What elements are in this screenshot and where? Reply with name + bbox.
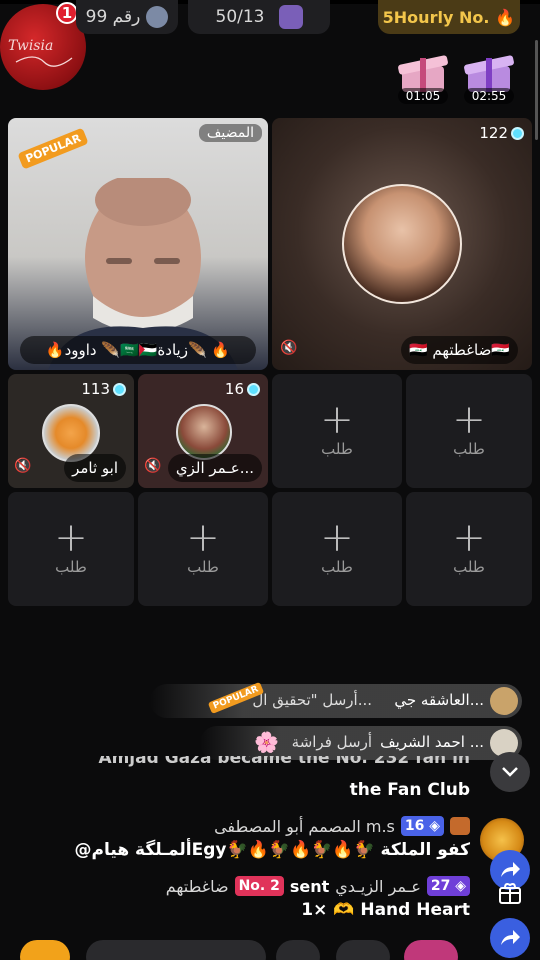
scroll-down-button[interactable]	[490, 752, 530, 792]
room-avatar-icon	[146, 6, 169, 28]
coin-icon	[247, 382, 260, 396]
fanclub-partial: Amjad Gaza became the No. 232 fan in	[98, 756, 470, 768]
host-name-bar: 🔥داوود 🪶🇸🇦🇵🇸زيادة🪶 🔥	[20, 336, 256, 364]
empty-seat-6[interactable]: + طلب	[406, 374, 532, 488]
heart-badge-icon	[450, 817, 470, 835]
coin-icon	[113, 382, 126, 396]
gift-timer-2: 02:55	[464, 88, 514, 104]
flame-icon: 🔥	[495, 7, 516, 27]
butterfly-icon: 🌸	[254, 730, 279, 754]
msg-1-text: @ألمـلگة هيامEgy🐓🔥🐓🔥🐓🔥🐓 كفو الملكة	[74, 840, 470, 860]
hourly-rank-pill[interactable]: 5Hourly No. 🔥	[378, 0, 520, 34]
plus-icon: +	[452, 515, 486, 561]
mic-off-icon: 🔇	[280, 340, 298, 356]
host-seat[interactable]: المضيف POPULAR 🔥داوود 🪶🇸🇦🇵🇸زيادة🪶 🔥	[8, 118, 268, 370]
empty-seat-8[interactable]: + طلب	[138, 492, 268, 606]
room-id-pill[interactable]: رقم 99	[76, 0, 178, 34]
empty-seat-9[interactable]: + طلب	[272, 492, 402, 606]
msg-2-rank-badge: No. 2	[234, 876, 284, 896]
members-pill[interactable]: 50/13	[188, 0, 330, 34]
host-label: المضيف	[198, 124, 262, 142]
seat-3-name: ابو ثامر	[72, 459, 118, 477]
gift-box-2[interactable]: 02:55	[458, 52, 520, 104]
seat-2-name-bar: 🇮🇶 ضاغطتهم🇮🇶	[400, 336, 518, 364]
plus-icon: +	[320, 515, 354, 561]
request-label: طلب	[453, 440, 485, 458]
msg-2-sent: sent	[289, 876, 330, 896]
seat-4[interactable]: 16 عـمر الزي... 🔇	[138, 374, 268, 488]
mic-off-icon: 🔇	[14, 458, 32, 474]
logo-swash-icon	[15, 56, 73, 67]
share-arrow-icon	[501, 930, 520, 945]
chat-input[interactable]	[86, 940, 266, 960]
msg-2-level: 27	[430, 878, 451, 894]
gift-notice-1[interactable]: العاشقه جي... أرسل "تحقيق ال... POPULAR	[150, 681, 522, 718]
chevron-down-icon	[502, 767, 518, 777]
menu-button[interactable]	[20, 940, 70, 960]
msg-1-level: 16	[404, 818, 425, 834]
seat-2-name: 🇮🇶 ضاغطتهم🇮🇶	[408, 341, 510, 359]
gift-notice-2[interactable]: احمد الشريف ... أرسل فراشة 🌸	[200, 726, 522, 760]
mic-button[interactable]	[276, 940, 320, 960]
msg-2-level-badge: 27 ◈	[426, 876, 470, 896]
seat-3-counter: 113	[81, 380, 126, 398]
request-label: طلب	[321, 558, 353, 576]
gift-bag-icon	[499, 883, 521, 904]
notification-badge[interactable]: 1	[56, 2, 78, 24]
msg-2-user: عـمر الزيـدي	[335, 876, 421, 896]
notice-1-avatar	[490, 687, 518, 715]
seat-3[interactable]: 113 ابو ثامر 🔇	[8, 374, 134, 488]
mic-off-icon: 🔇	[144, 458, 162, 474]
gift-timer-1: 01:05	[398, 88, 448, 104]
members-avatar-icon	[278, 5, 303, 29]
seat-3-count: 113	[81, 380, 110, 398]
gift-bag-button[interactable]	[490, 872, 530, 912]
seat-2-counter: 122	[479, 124, 524, 142]
seat-4-counter: 16	[225, 380, 260, 398]
msg-2-header: ضاغطتهم No. 2 sent عـمر الزيـدي 27 ◈	[166, 876, 470, 896]
notice-1-text: أرسل "تحقيق ال...	[252, 691, 372, 709]
coin-icon	[511, 126, 524, 140]
request-label: طلب	[453, 558, 485, 576]
host-name: 🔥داوود 🪶🇸🇦🇵🇸زيادة🪶 🔥	[45, 341, 231, 359]
rose-button[interactable]	[404, 940, 458, 960]
notice-2-user: احمد الشريف ...	[380, 733, 484, 751]
empty-seat-5[interactable]: + طلب	[272, 374, 402, 488]
plus-icon: +	[452, 397, 486, 443]
hourly-label: 5Hourly No.	[382, 7, 490, 27]
plus-icon: +	[320, 397, 354, 443]
seat-2-count: 122	[479, 124, 508, 142]
seat-4-avatar	[176, 404, 232, 460]
msg-1-user: المصمم أبو المصطفى m.s	[214, 816, 395, 836]
share-button-2[interactable]	[490, 918, 530, 958]
gift-button[interactable]	[336, 940, 390, 960]
members-count: 50/13	[215, 7, 265, 27]
seat-2-avatar	[342, 184, 462, 304]
notice-1-user: العاشقه جي...	[394, 691, 484, 709]
request-label: طلب	[321, 440, 353, 458]
seat-4-name: عـمر الزي...	[175, 459, 254, 477]
empty-seat-10[interactable]: + طلب	[406, 492, 532, 606]
room-id-label: رقم 99	[85, 7, 141, 27]
msg-2-gift: 1× 🫶 Hand Heart	[301, 900, 470, 920]
seat-2[interactable]: 122 🇮🇶 ضاغطتهم🇮🇶 🔇	[272, 118, 532, 370]
msg-2-target: ضاغطتهم	[165, 876, 229, 896]
request-label: طلب	[187, 558, 219, 576]
plus-icon: +	[54, 515, 88, 561]
empty-seat-7[interactable]: + طلب	[8, 492, 134, 606]
msg-2-rank: No. 2	[238, 878, 280, 894]
popular-badge: POPULAR	[17, 127, 90, 170]
msg-1-header: المصمم أبو المصطفى m.s 16 ◈	[214, 816, 470, 836]
msg-1-level-badge: 16 ◈	[400, 816, 444, 836]
plus-icon: +	[186, 515, 220, 561]
request-label: طلب	[55, 558, 87, 576]
fanclub-line: the Fan Club	[349, 780, 470, 800]
seat-4-count: 16	[224, 380, 244, 398]
fanclub-clip: Amjad Gaza became the No. 232 fan in	[0, 756, 540, 768]
scroll-indicator[interactable]	[535, 40, 538, 140]
notice-2-text: أرسل فراشة	[291, 733, 372, 751]
gift-box-1[interactable]: 01:05	[392, 52, 454, 104]
seat-3-name-bar: ابو ثامر	[64, 454, 126, 482]
seat-4-name-bar: عـمر الزي...	[167, 454, 262, 482]
